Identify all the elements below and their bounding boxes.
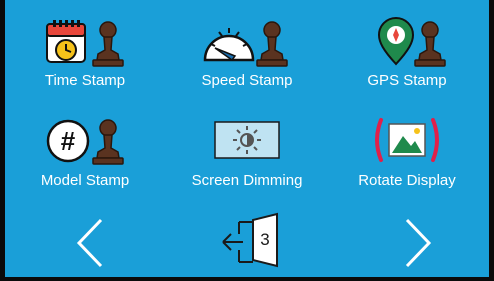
speedometer-stamp-icon <box>203 21 288 67</box>
rotate-display-label: Rotate Display <box>358 172 456 189</box>
map-pin-stamp-icon <box>377 17 446 67</box>
rotate-display-button[interactable]: Rotate Display <box>337 108 477 198</box>
calendar-clock-stamp-icon <box>46 20 124 67</box>
chevron-right-icon[interactable] <box>403 218 433 268</box>
gps-stamp-button[interactable]: GPS Stamp <box>337 8 477 98</box>
exit-button[interactable]: 3 <box>219 210 279 270</box>
svg-text:#: # <box>61 126 76 156</box>
hash-stamp-icon: # <box>46 119 124 165</box>
time-stamp-button[interactable]: Time Stamp <box>15 8 155 98</box>
gps-stamp-label: GPS Stamp <box>367 72 447 89</box>
time-stamp-label: Time Stamp <box>44 72 126 89</box>
speed-stamp-label: Speed Stamp <box>201 72 293 89</box>
speed-stamp-button[interactable]: Speed Stamp <box>177 8 317 98</box>
model-stamp-button[interactable]: # Model Stamp <box>15 108 155 198</box>
model-stamp-label: Model Stamp <box>40 172 130 189</box>
page-number: 3 <box>260 230 270 249</box>
chevron-left-icon[interactable] <box>75 218 105 268</box>
rotate-image-icon <box>375 118 439 162</box>
brightness-icon <box>214 121 280 159</box>
screen-dimming-label: Screen Dimming <box>191 172 303 189</box>
settings-screen: Time Stamp Speed Stamp GPS Stamp # Model… <box>5 0 489 277</box>
screen-dimming-button[interactable]: Screen Dimming <box>177 108 317 198</box>
